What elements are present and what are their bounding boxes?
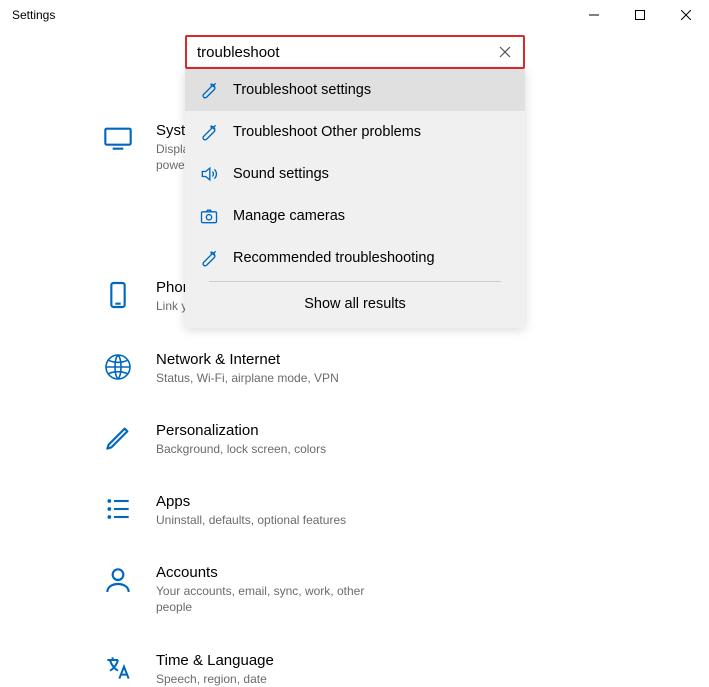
camera-icon: [199, 206, 219, 226]
window-controls: [571, 0, 709, 30]
category-description: Speech, region, date: [156, 671, 274, 687]
pen-icon: [100, 420, 136, 456]
category-personalization[interactable]: Personalization Background, lock screen, …: [100, 420, 375, 457]
category-title: Network & Internet: [156, 351, 339, 368]
search-result-label: Troubleshoot Other problems: [233, 124, 421, 140]
close-button[interactable]: [663, 0, 709, 30]
category-description: Status, Wi-Fi, airplane mode, VPN: [156, 370, 339, 386]
show-all-results[interactable]: Show all results: [185, 284, 525, 326]
category-title: Accounts: [156, 564, 375, 581]
category-time-language[interactable]: Time & Language Speech, region, date: [100, 650, 375, 687]
category-accounts[interactable]: Accounts Your accounts, email, sync, work…: [100, 562, 375, 615]
search-result-item[interactable]: Manage cameras: [185, 195, 525, 237]
language-icon: [100, 650, 136, 686]
maximize-button[interactable]: [617, 0, 663, 30]
phone-icon: [100, 277, 136, 313]
category-description: Uninstall, defaults, optional features: [156, 512, 346, 528]
search-result-label: Sound settings: [233, 166, 329, 182]
titlebar: Settings: [0, 0, 709, 30]
wrench-icon: [199, 80, 219, 100]
search-result-item[interactable]: Sound settings: [185, 153, 525, 195]
category-network-internet[interactable]: Network & Internet Status, Wi-Fi, airplan…: [100, 349, 375, 386]
category-title: Time & Language: [156, 652, 274, 669]
monitor-icon: [100, 120, 136, 156]
window-title: Settings: [12, 8, 55, 22]
person-icon: [100, 562, 136, 598]
apps-icon: [100, 491, 136, 527]
search-input[interactable]: [197, 44, 491, 61]
wrench-icon: [199, 248, 219, 268]
search-result-label: Troubleshoot settings: [233, 82, 371, 98]
globe-icon: [100, 349, 136, 385]
search-container: Troubleshoot settings Troubleshoot Other …: [185, 35, 525, 328]
search-result-label: Manage cameras: [233, 208, 345, 224]
category-description: Your accounts, email, sync, work, other …: [156, 583, 375, 615]
search-result-item[interactable]: Troubleshoot settings: [185, 69, 525, 111]
category-apps[interactable]: Apps Uninstall, defaults, optional featur…: [100, 491, 375, 528]
clear-search-button[interactable]: [491, 38, 519, 66]
search-result-label: Recommended troubleshooting: [233, 250, 435, 266]
search-box: [185, 35, 525, 69]
category-title: Personalization: [156, 422, 326, 439]
results-divider: [209, 281, 501, 282]
minimize-button[interactable]: [571, 0, 617, 30]
wrench-icon: [199, 122, 219, 142]
search-results: Troubleshoot settings Troubleshoot Other …: [185, 69, 525, 328]
category-title: Apps: [156, 493, 346, 510]
search-result-item[interactable]: Recommended troubleshooting: [185, 237, 525, 279]
speaker-icon: [199, 164, 219, 184]
search-result-item[interactable]: Troubleshoot Other problems: [185, 111, 525, 153]
category-description: Background, lock screen, colors: [156, 441, 326, 457]
